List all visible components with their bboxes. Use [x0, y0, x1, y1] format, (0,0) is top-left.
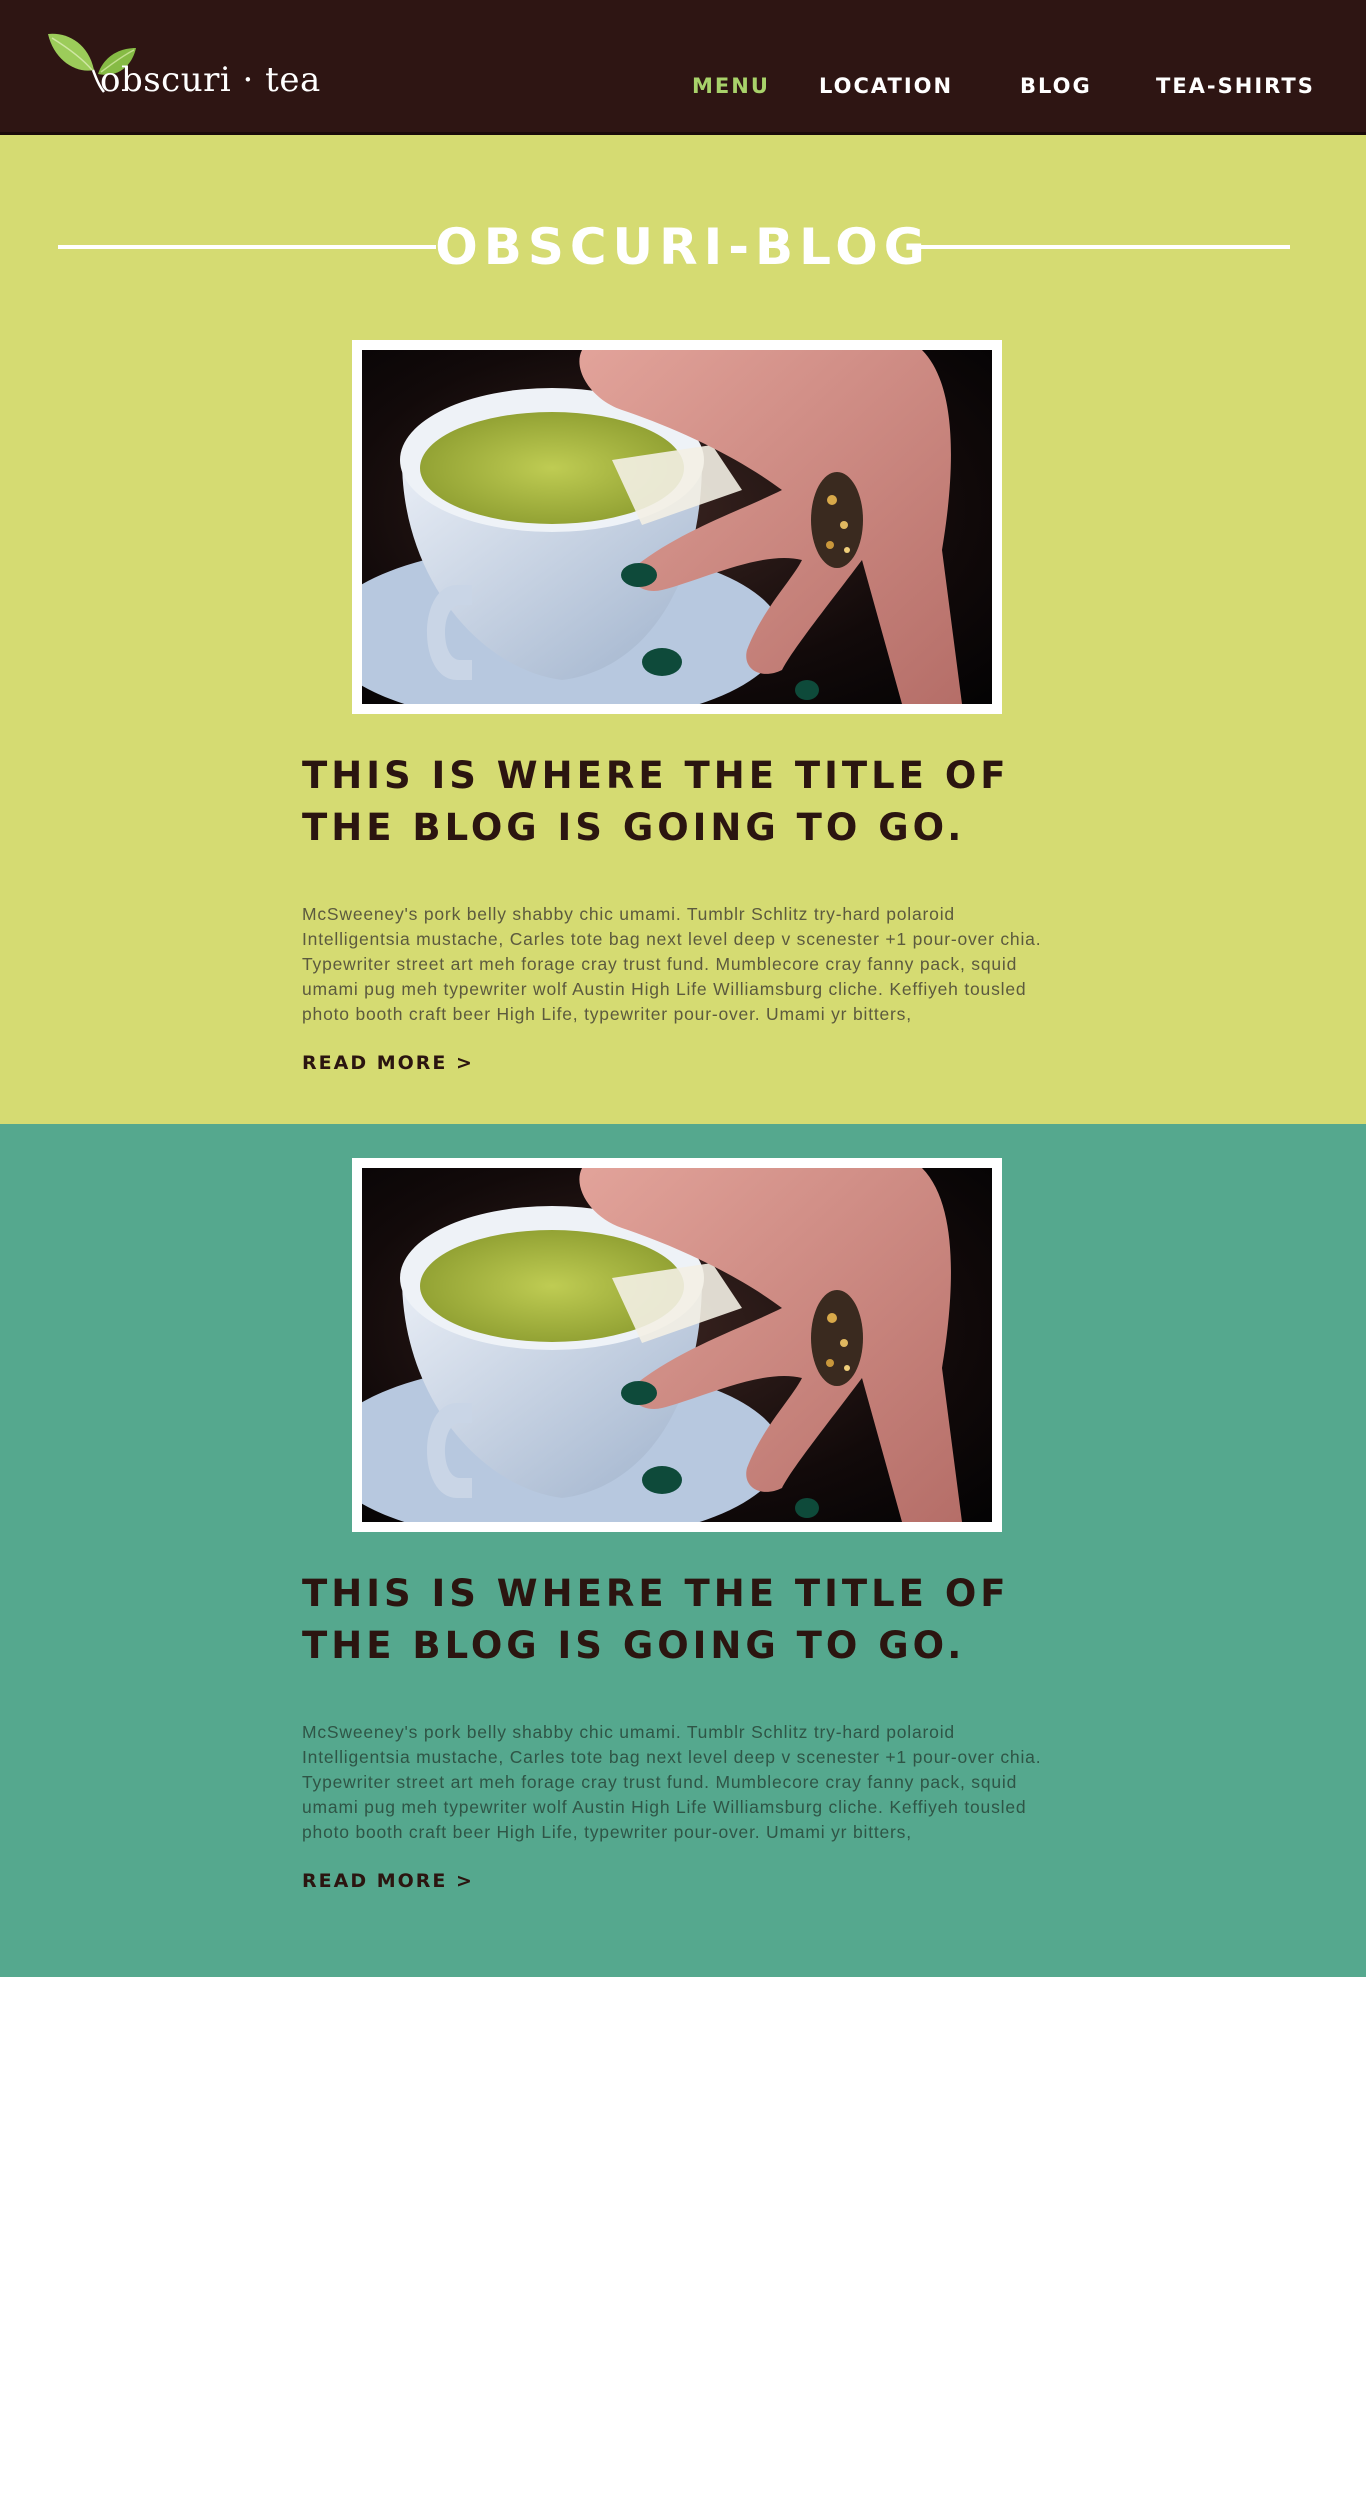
nav-item-blog[interactable]: BLOG [1020, 74, 1092, 98]
nav-item-menu[interactable]: MENU [692, 74, 770, 98]
post-image-frame[interactable] [352, 340, 1002, 714]
read-more-link[interactable]: READ MORE > [302, 1870, 474, 1892]
tea-cup-photo [362, 350, 992, 704]
nav-item-tea-shirts[interactable]: TEA-SHIRTS [1156, 74, 1315, 98]
nav-item-location[interactable]: LOCATION [819, 74, 953, 98]
read-more-link[interactable]: READ MORE > [302, 1052, 474, 1074]
post-image-frame[interactable] [352, 1158, 1002, 1532]
post-title[interactable]: THIS IS WHERE THE TITLE OF THE BLOG IS G… [302, 1568, 1062, 1672]
post-title[interactable]: THIS IS WHERE THE TITLE OF THE BLOG IS G… [302, 750, 1062, 854]
tea-cup-photo [362, 1168, 992, 1522]
post-excerpt: McSweeney's pork belly shabby chic umami… [302, 1722, 1042, 1842]
post-excerpt: McSweeney's pork belly shabby chic umami… [302, 904, 1042, 1024]
blog-heading: OBSCURI-BLOG [435, 218, 931, 276]
site-header: obscuri · tea MENU LOCATION BLOG TEA-SHI… [0, 0, 1366, 135]
main-nav: MENU LOCATION BLOG TEA-SHIRTS [0, 74, 1366, 104]
